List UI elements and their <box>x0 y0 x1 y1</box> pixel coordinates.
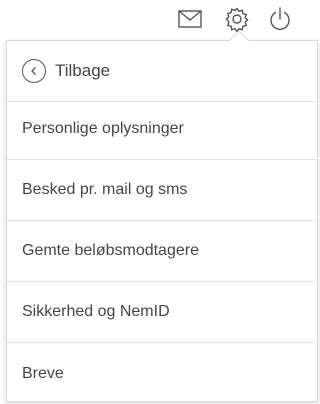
back-label: Tilbage <box>55 61 111 80</box>
menu-item-gemte-beloebsmodtagere[interactable]: Gemte beløbsmodtagere <box>7 221 317 282</box>
mail-button[interactable] <box>176 5 204 33</box>
back-menu-item[interactable]: Tilbage <box>7 41 317 102</box>
settings-dropdown-menu: Tilbage Personlige oplysninger Besked pr… <box>6 30 318 404</box>
menu-item-label: Breve <box>22 364 64 382</box>
menu-item-label: Gemte beløbsmodtagere <box>22 242 199 259</box>
menu-item-personlige-oplysninger[interactable]: Personlige oplysninger <box>7 99 317 160</box>
chevron-left-icon <box>31 67 36 75</box>
mail-icon <box>178 10 202 28</box>
settings-button[interactable] <box>223 5 251 33</box>
gear-icon <box>225 7 249 32</box>
power-icon <box>270 7 290 30</box>
menu-item-label: Besked pr. mail og sms <box>22 181 188 198</box>
back-circle-icon <box>22 59 46 83</box>
menu-item-label: Sikkerhed og NemID <box>22 303 170 320</box>
logout-button[interactable] <box>266 5 294 33</box>
top-bar <box>0 0 320 38</box>
menu-item-label: Personlige oplysninger <box>22 120 184 137</box>
menu-item-breve[interactable]: Breve <box>7 343 317 404</box>
menu-item-sikkerhed-nemid[interactable]: Sikkerhed og NemID <box>7 282 317 343</box>
menu-item-besked-mail-sms[interactable]: Besked pr. mail og sms <box>7 160 317 221</box>
